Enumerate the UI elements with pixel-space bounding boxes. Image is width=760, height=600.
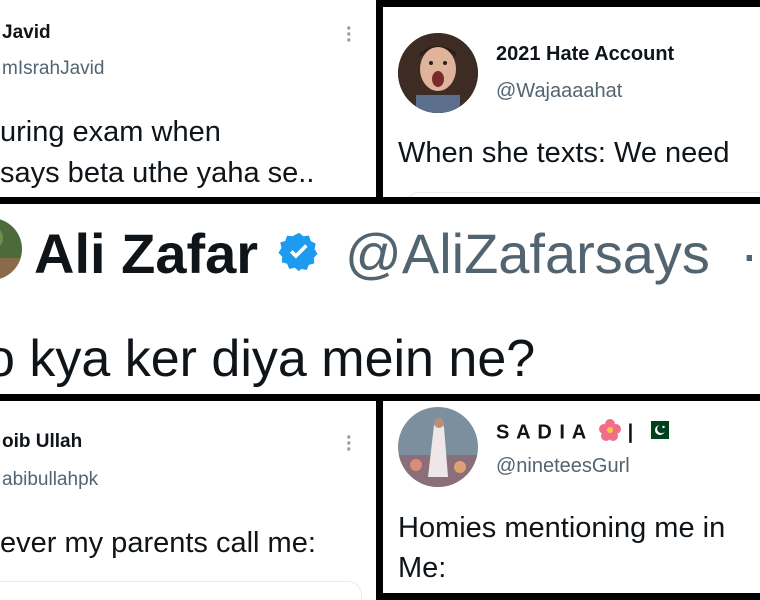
tweet-author-name[interactable]: S A D I A | [496,419,669,447]
tweet-author-handle[interactable]: mIsrahJavid [2,58,104,80]
more-options-icon[interactable]: · · · [346,19,353,51]
pakistan-flag-icon [644,421,669,445]
media-card-edge [405,192,760,197]
tweet-text-line-1: uring exam when [0,116,221,148]
hibiscus-emoji-icon [599,419,622,447]
avatar[interactable] [398,33,478,113]
tweet-middle: Ali Zafar @AliZafarsays · o kya ker diya… [0,204,760,394]
tweet-author-name[interactable]: Javid [2,22,51,44]
tweet-text-line-2: Me: [398,552,447,584]
tweet-top-right: 2021 Hate Account @Wajaaaahat When she t… [383,7,760,197]
tweet-author-handle[interactable]: @AliZafarsays [345,221,710,286]
avatar[interactable] [398,407,478,487]
tweet-author-name[interactable]: 2021 Hate Account [496,43,674,66]
tweet-text-line-1: Homies mentioning me in [398,512,726,544]
tweet-text-line-1: o kya ker diya mein ne? [0,330,536,388]
more-options-icon[interactable]: · · · [346,428,353,460]
tweet-author-handle[interactable]: @Wajaaaahat [496,80,622,103]
tweet-top-left: Javid mIsrahJavid · · · uring exam when sa… [0,0,376,197]
media-card-edge [0,581,362,600]
tweet-text-line-2: says beta uthe yaha se.. [0,157,315,189]
tweet-author-name[interactable]: Ali Zafar [34,221,258,286]
tweet-author-handle[interactable]: abibullahpk [2,469,98,491]
name-separator: | [627,421,635,444]
tweet-author-handle[interactable]: @nineteesGurl [496,455,630,478]
tweet-bottom-left: oib Ullah abibullahpk · · · ever my parent… [0,401,376,600]
author-name-text: S A D I A [496,421,587,444]
avatar[interactable] [0,218,22,280]
tweet-bottom-right: S A D I A | @nineteesGurl Homies mention… [383,401,760,593]
tweet-text-line-1: When she texts: We need [398,137,730,169]
tweet-author-name[interactable]: oib Ullah [2,431,82,453]
tweet-text-line-1: ever my parents call me: [0,527,316,559]
verified-badge-icon [277,230,321,274]
separator-dot: · [740,222,759,285]
